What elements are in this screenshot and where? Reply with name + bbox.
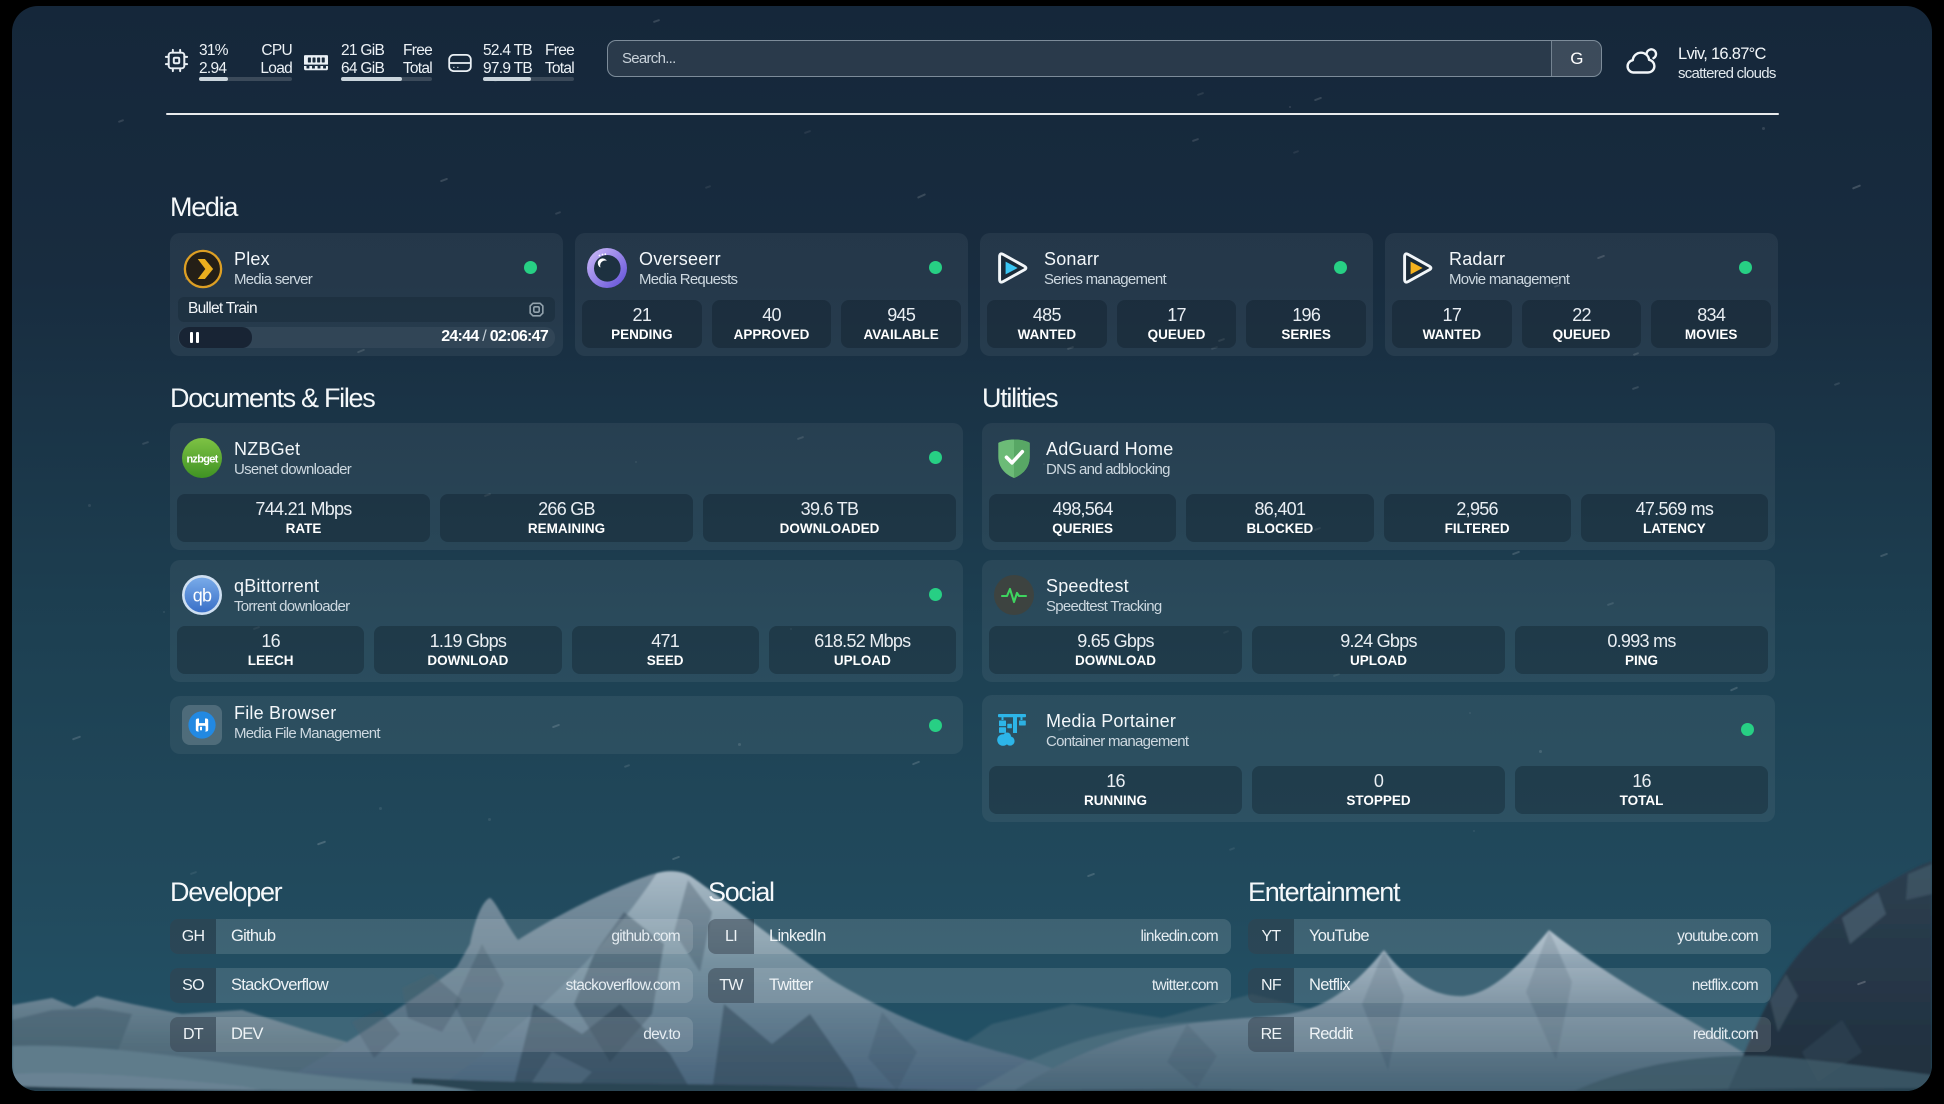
svg-text:qb: qb bbox=[193, 586, 212, 606]
svg-text:nzbget: nzbget bbox=[186, 454, 218, 466]
